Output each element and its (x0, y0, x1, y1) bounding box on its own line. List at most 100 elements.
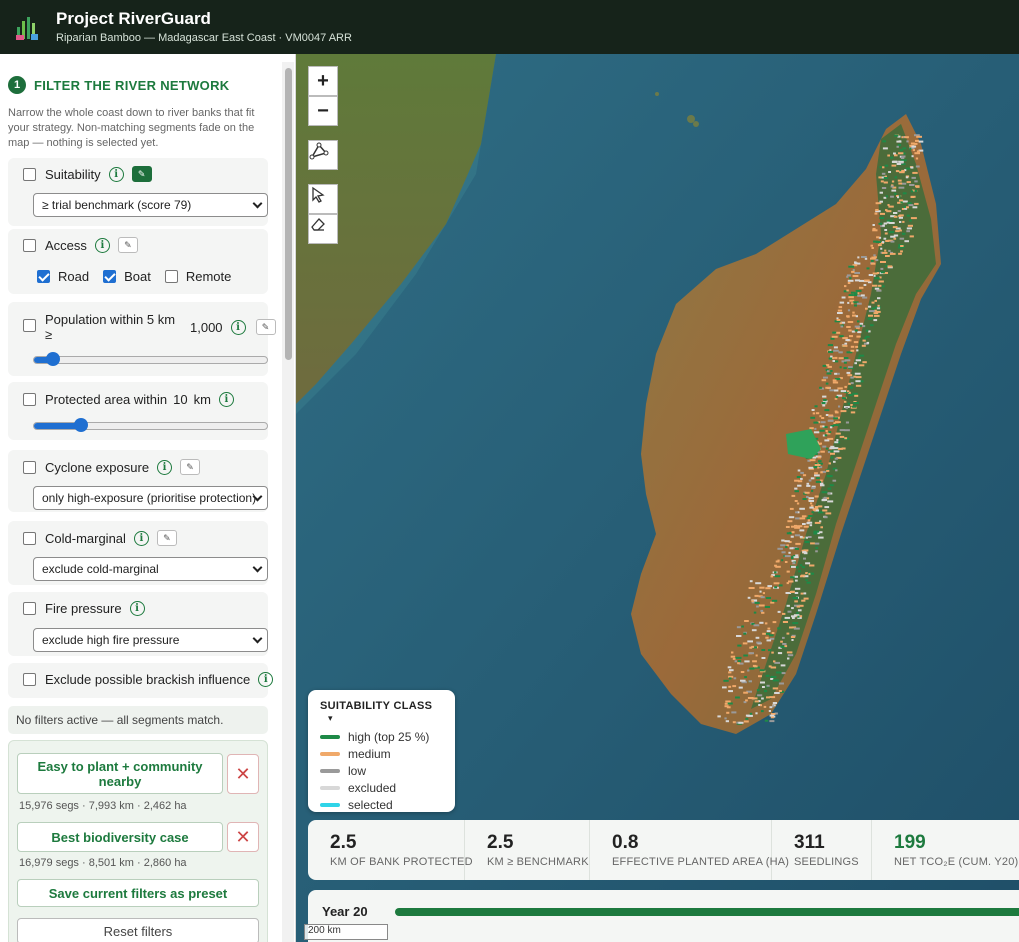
river-segment[interactable] (884, 232, 888, 235)
river-segment[interactable] (810, 416, 816, 419)
river-segment[interactable] (737, 662, 740, 665)
river-segment[interactable] (845, 421, 849, 424)
river-segment[interactable] (834, 389, 839, 392)
river-segment[interactable] (754, 594, 759, 597)
river-segment[interactable] (730, 655, 736, 658)
river-segment[interactable] (759, 621, 764, 624)
river-segment[interactable] (778, 682, 784, 685)
river-segment[interactable] (900, 245, 904, 247)
river-segment[interactable] (906, 181, 911, 184)
river-segment[interactable] (743, 720, 749, 723)
river-segment[interactable] (763, 705, 767, 708)
river-segment[interactable] (894, 134, 899, 137)
draw-polygon-icon[interactable] (308, 140, 338, 170)
river-segment[interactable] (760, 681, 765, 684)
river-segment[interactable] (759, 590, 762, 593)
river-segment[interactable] (834, 447, 839, 450)
river-segment[interactable] (770, 666, 777, 669)
river-segment[interactable] (761, 649, 766, 651)
river-segment[interactable] (862, 296, 868, 299)
river-segment[interactable] (882, 166, 885, 169)
river-segment[interactable] (911, 176, 916, 179)
river-segment[interactable] (813, 532, 818, 535)
river-segment[interactable] (854, 304, 857, 307)
river-segment[interactable] (882, 285, 885, 288)
river-segment[interactable] (876, 236, 880, 239)
river-segment[interactable] (898, 186, 905, 189)
river-segment[interactable] (794, 500, 798, 502)
river-segment[interactable] (818, 521, 821, 524)
river-segment[interactable] (914, 152, 920, 155)
river-segment[interactable] (788, 551, 791, 554)
river-segment[interactable] (839, 429, 845, 432)
river-segment[interactable] (834, 356, 838, 359)
brackish-checkbox[interactable] (23, 673, 36, 686)
river-segment[interactable] (791, 639, 794, 641)
river-segment[interactable] (800, 574, 806, 577)
cyclone-select[interactable]: only high-exposure (prioritise protectio… (33, 486, 268, 510)
river-segment[interactable] (870, 244, 874, 247)
river-segment[interactable] (760, 704, 762, 707)
river-segment[interactable] (758, 675, 762, 678)
info-icon[interactable]: i (258, 672, 274, 687)
river-segment[interactable] (883, 222, 887, 225)
river-segment[interactable] (821, 379, 827, 382)
river-segment[interactable] (855, 359, 861, 362)
river-segment[interactable] (782, 612, 786, 615)
river-segment[interactable] (799, 507, 805, 510)
river-segment[interactable] (800, 564, 803, 567)
river-segment[interactable] (878, 280, 884, 283)
river-segment[interactable] (826, 475, 832, 478)
river-segment[interactable] (754, 665, 758, 668)
river-segment[interactable] (895, 170, 900, 173)
river-segment[interactable] (832, 479, 837, 482)
river-segment[interactable] (752, 660, 757, 663)
river-segment[interactable] (893, 215, 898, 218)
river-segment[interactable] (790, 535, 794, 538)
river-segment[interactable] (906, 140, 909, 143)
river-segment[interactable] (814, 427, 817, 430)
river-segment[interactable] (809, 427, 814, 430)
river-segment[interactable] (814, 495, 819, 498)
river-segment[interactable] (898, 152, 904, 155)
river-segment[interactable] (899, 149, 903, 152)
river-segment[interactable] (861, 344, 866, 347)
river-segment[interactable] (916, 150, 920, 153)
river-segment[interactable] (850, 376, 854, 379)
river-segment[interactable] (846, 289, 849, 292)
river-segment[interactable] (855, 376, 862, 379)
river-segment[interactable] (885, 264, 888, 267)
river-segment[interactable] (747, 640, 753, 643)
river-segment[interactable] (828, 431, 832, 434)
river-segment[interactable] (773, 582, 780, 585)
river-segment[interactable] (886, 219, 893, 222)
river-segment[interactable] (865, 307, 868, 310)
river-segment[interactable] (872, 229, 878, 232)
river-segment[interactable] (835, 396, 839, 399)
river-segment[interactable] (749, 580, 753, 583)
river-segment[interactable] (736, 635, 742, 637)
river-segment[interactable] (753, 624, 760, 627)
river-segment[interactable] (834, 410, 838, 413)
river-segment[interactable] (849, 277, 852, 280)
river-segment[interactable] (835, 469, 838, 472)
river-segment[interactable] (813, 530, 820, 533)
river-segment[interactable] (832, 381, 839, 384)
river-segment[interactable] (844, 342, 848, 345)
river-segment[interactable] (781, 559, 784, 562)
river-segment[interactable] (832, 379, 837, 382)
river-segment[interactable] (814, 405, 818, 408)
river-segment[interactable] (794, 587, 801, 590)
river-segment[interactable] (882, 147, 888, 150)
river-segment[interactable] (840, 390, 846, 393)
river-segment[interactable] (777, 652, 783, 655)
suitability-select[interactable]: ≥ trial benchmark (score 79) (33, 193, 268, 217)
river-segment[interactable] (740, 671, 745, 673)
river-segment[interactable] (766, 630, 771, 633)
river-segment[interactable] (773, 660, 776, 663)
river-segment[interactable] (834, 457, 838, 460)
river-segment[interactable] (899, 199, 904, 202)
river-segment[interactable] (732, 657, 736, 660)
river-segment[interactable] (775, 565, 781, 568)
river-segment[interactable] (830, 370, 833, 372)
